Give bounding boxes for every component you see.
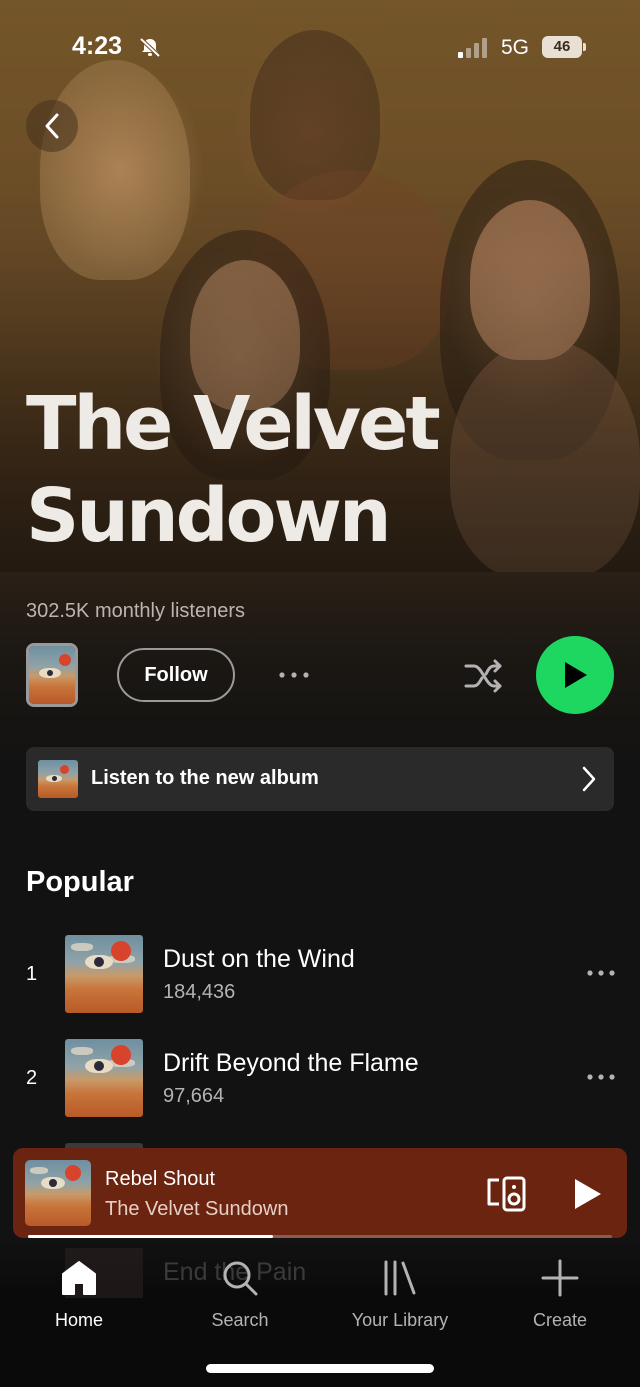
search-icon — [223, 1261, 258, 1296]
album-thumbnail — [38, 760, 78, 798]
home-indicator — [206, 1364, 434, 1373]
battery-indicator: 46 — [542, 36, 582, 58]
track-play-count: 97,664 — [163, 1085, 225, 1107]
nav-search[interactable]: Search — [175, 1258, 305, 1338]
network-label: 5G — [501, 36, 530, 59]
status-time: 4:23 — [72, 32, 123, 60]
track-row[interactable]: 1 Dust on the Wind 184,436 — [0, 935, 640, 1015]
track-title: Drift Beyond the Flame — [163, 1049, 419, 1077]
back-button[interactable] — [26, 100, 78, 152]
track-play-count: 184,436 — [163, 981, 236, 1003]
now-playing-artwork — [25, 1160, 91, 1226]
play-artist-button[interactable] — [536, 636, 614, 714]
home-icon — [62, 1261, 96, 1295]
track-rank: 1 — [26, 963, 38, 985]
follow-button[interactable]: Follow — [117, 648, 235, 702]
play-icon — [565, 662, 587, 688]
more-horizontal-icon — [587, 1074, 615, 1080]
chevron-right-icon — [582, 766, 596, 792]
nav-home-label: Home — [54, 1310, 103, 1330]
track-artwork — [65, 935, 143, 1013]
more-horizontal-icon — [587, 970, 615, 976]
nav-search-label: Search — [211, 1310, 269, 1330]
nav-home[interactable]: Home — [14, 1258, 144, 1338]
artist-name: The Velvet Sundown — [26, 378, 546, 562]
connect-device-button[interactable] — [485, 1174, 529, 1214]
shuffle-button[interactable] — [462, 656, 506, 696]
new-album-label: Listen to the new album — [91, 767, 319, 789]
popular-heading: Popular — [26, 866, 134, 898]
track-rank: 2 — [26, 1067, 38, 1089]
artist-name-line2: Sundown — [26, 473, 392, 559]
artist-header-image: The Velvet Sundown — [0, 0, 640, 572]
track-artwork — [65, 1039, 143, 1117]
bell-muted-icon — [139, 37, 161, 58]
now-playing-artist: The Velvet Sundown — [105, 1198, 289, 1220]
nav-create-label: Create — [532, 1310, 588, 1330]
artist-name-line1: The Velvet — [26, 381, 441, 467]
monthly-listeners: 302.5K monthly listeners — [26, 600, 246, 622]
chevron-left-icon — [45, 113, 59, 139]
library-icon — [384, 1260, 416, 1296]
now-playing-play-button[interactable] — [569, 1176, 605, 1212]
track-more-button[interactable] — [584, 963, 618, 983]
nav-create[interactable]: Create — [495, 1258, 625, 1338]
playback-progress-fill — [28, 1235, 274, 1238]
track-row[interactable]: 2 Drift Beyond the Flame 97,664 — [0, 1039, 640, 1119]
plus-icon — [541, 1259, 579, 1297]
now-playing-bar[interactable]: Rebel Shout The Velvet Sundown — [13, 1148, 627, 1238]
playback-progress-bar — [28, 1235, 612, 1238]
nav-library-label: Your Library — [351, 1310, 449, 1330]
now-playing-title: Rebel Shout — [105, 1168, 216, 1190]
artist-pick-thumbnail[interactable] — [26, 643, 78, 707]
track-more-button[interactable] — [584, 1067, 618, 1087]
more-horizontal-icon — [279, 672, 309, 678]
track-title: Dust on the Wind — [163, 945, 355, 973]
signal-icon — [458, 38, 487, 58]
battery-tip — [583, 43, 586, 51]
nav-library[interactable]: Your Library — [335, 1258, 465, 1338]
more-options-button[interactable] — [274, 660, 314, 690]
new-album-banner[interactable]: Listen to the new album — [26, 747, 614, 811]
